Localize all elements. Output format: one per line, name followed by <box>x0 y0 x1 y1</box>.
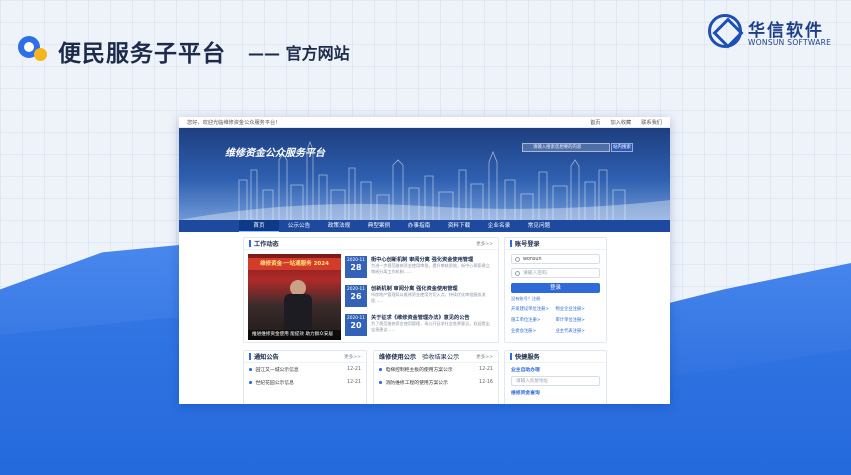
site-name: 维修资金公众服务平台 <box>225 148 325 159</box>
login-button[interactable]: 登录 <box>511 283 600 293</box>
site-search-button[interactable]: 站内搜索 <box>611 143 633 152</box>
publicity-card: 维修使用公示 验收结果公示 更多>> 电梯控制柜主板的使用方案公示 12-21 消… <box>373 350 499 404</box>
tab-acceptance-publicity[interactable]: 验收结果公示 <box>422 352 459 361</box>
slide-header: 便民服务子平台 —— 官方网站 华信软件 WONSUN SOFTWARE <box>0 0 851 80</box>
section-marker-icon <box>249 240 251 247</box>
lock-icon <box>515 271 520 276</box>
site-search-input[interactable]: 请输入搜索您想要的内容 <box>522 143 610 152</box>
nav-cases[interactable]: 典型案例 <box>359 220 399 232</box>
nav-guide[interactable]: 办事指南 <box>399 220 439 232</box>
news-card: 工作动态 更多>> 维修资金·一站通服务 2024 推进维修资金使用 能提效 助力… <box>243 237 499 343</box>
list-item[interactable]: 世纪花园公示信息 12-21 <box>244 376 366 389</box>
photo-caption: 推进维修资金使用 能提效 助力群众安居 <box>248 330 341 340</box>
site-banner: 维修资金公众服务平台 请输入搜索您想要的内容 站内搜索 <box>179 128 670 220</box>
register-committee-link[interactable]: 业委会注册> <box>511 328 556 334</box>
login-card: 账号登录 wonsun 请输入密码 登录 没有账号？注册 开发建设单位注册> 物… <box>504 237 607 343</box>
news-date: 2020-11 20 <box>345 314 367 336</box>
section-marker-icon <box>249 353 251 360</box>
slide-subtitle: —— 官方网站 <box>248 44 350 63</box>
news-item[interactable]: 2020-11 20 关于征求《维修资金管理办法》意见的公告 为了规范维修资金使用管… <box>345 314 495 340</box>
tab-repair-publicity[interactable]: 维修使用公示 <box>379 352 416 361</box>
photo-banner-text: 维修资金·一站通服务 2024 <box>248 258 341 270</box>
site-topbar: 您好，欢迎光临维修资金公众服务平台! 首页 加入收藏 联系我们 <box>179 117 670 128</box>
news-date: 2020-11 28 <box>345 256 367 278</box>
register-construction-link[interactable]: 施工单位注册> <box>511 317 556 323</box>
register-developer-link[interactable]: 开发建设单位注册> <box>511 306 556 312</box>
username-input[interactable]: wonsun <box>511 254 600 264</box>
register-owner-rep-link[interactable]: 业主代表注册> <box>556 328 601 334</box>
nav-policies[interactable]: 政策法规 <box>319 220 359 232</box>
top-link-contact[interactable]: 联系我们 <box>641 119 662 126</box>
owner-self-service-label: 业主自助办理 <box>511 368 540 373</box>
site-nav: 首页 公示公告 政策法规 典型案例 办事指南 资料下载 企业名录 常见问题 <box>179 220 670 232</box>
welcome-text: 您好，欢迎光临维修资金公众服务平台! <box>187 119 278 126</box>
register-link[interactable]: 没有账号？注册 <box>511 296 600 302</box>
nav-home[interactable]: 首页 <box>239 220 279 232</box>
nav-downloads[interactable]: 资料下载 <box>439 220 479 232</box>
notice-more-link[interactable]: 更多>> <box>344 354 361 360</box>
user-icon <box>515 257 520 262</box>
top-link-home[interactable]: 首页 <box>590 119 600 126</box>
register-audit-link[interactable]: 审计单位注册> <box>556 317 601 323</box>
news-item[interactable]: 2020-11 26 创新机制 审阅分离 强化资金使用管理 市房地产管理局以维修资金… <box>345 285 495 311</box>
news-photo[interactable]: 维修资金·一站通服务 2024 推进维修资金使用 能提效 助力群众安居 <box>248 254 341 340</box>
list-item[interactable]: 电梯控制柜主板的使用方案公示 12-21 <box>374 363 498 376</box>
list-item[interactable]: 园江又一城公示信息 12-21 <box>244 363 366 376</box>
register-property-link[interactable]: 物业企业注册> <box>556 306 601 312</box>
quick-service-card: 快捷服务 业主自助办理 请输入房屋地址 维修资金查询 <box>504 350 607 404</box>
nav-companies[interactable]: 企业名录 <box>479 220 519 232</box>
notice-title: 通知公告 <box>254 354 279 361</box>
wonsun-emblem-icon <box>708 14 742 48</box>
fund-query-link[interactable]: 维修资金查询 <box>511 389 600 396</box>
notice-card: 通知公告 更多>> 园江又一城公示信息 12-21 世纪花园公示信息 12-21 <box>243 350 367 404</box>
news-title: 工作动态 <box>254 241 279 248</box>
section-marker-icon <box>510 353 512 360</box>
password-input[interactable]: 请输入密码 <box>511 268 600 278</box>
brand-logo: 华信软件 WONSUN SOFTWARE <box>708 14 838 54</box>
slide-title: 便民服务子平台 <box>58 41 226 67</box>
publicity-more-link[interactable]: 更多>> <box>476 354 493 360</box>
news-headline: 街中心创新机制 审阅分离 强化资金使用管理 <box>371 257 474 263</box>
news-summary: 市房地产管理局以维修资金使用为切入点，持续优化审批服务流程…… <box>371 292 486 303</box>
news-summary: 为进一步规范维修资金使用审批，提升审核质效，街中心探索建立审阅分离工作机制…… <box>371 263 490 274</box>
section-marker-icon <box>510 240 512 247</box>
news-item[interactable]: 2020-11 28 街中心创新机制 审阅分离 强化资金使用管理 为进一步规范维修资… <box>345 256 495 282</box>
news-more-link[interactable]: 更多>> <box>476 241 493 247</box>
website-screenshot: 您好，欢迎光临维修资金公众服务平台! 首页 加入收藏 联系我们 维修资金公众服务… <box>179 117 670 404</box>
news-summary: 为了规范维修资金使用管理，现公开征求社会各界意见，欢迎提出宝贵建议…… <box>371 321 490 332</box>
login-title: 账号登录 <box>515 241 540 248</box>
bubble-logo-icon <box>18 36 48 62</box>
top-link-favorite[interactable]: 加入收藏 <box>610 119 631 126</box>
brand-name-en: WONSUN SOFTWARE <box>748 38 832 47</box>
news-date: 2020-11 26 <box>345 285 367 307</box>
news-headline: 创新机制 审阅分离 强化资金使用管理 <box>371 286 458 292</box>
house-address-input[interactable]: 请输入房屋地址 <box>511 376 600 386</box>
quick-title: 快捷服务 <box>515 354 540 361</box>
news-headline: 关于征求《维修资金管理办法》意见的公告 <box>371 315 470 321</box>
nav-notices[interactable]: 公示公告 <box>279 220 319 232</box>
list-item[interactable]: 消防维修工程的使用方案公示 12-16 <box>374 376 498 389</box>
nav-faq[interactable]: 常见问题 <box>519 220 559 232</box>
